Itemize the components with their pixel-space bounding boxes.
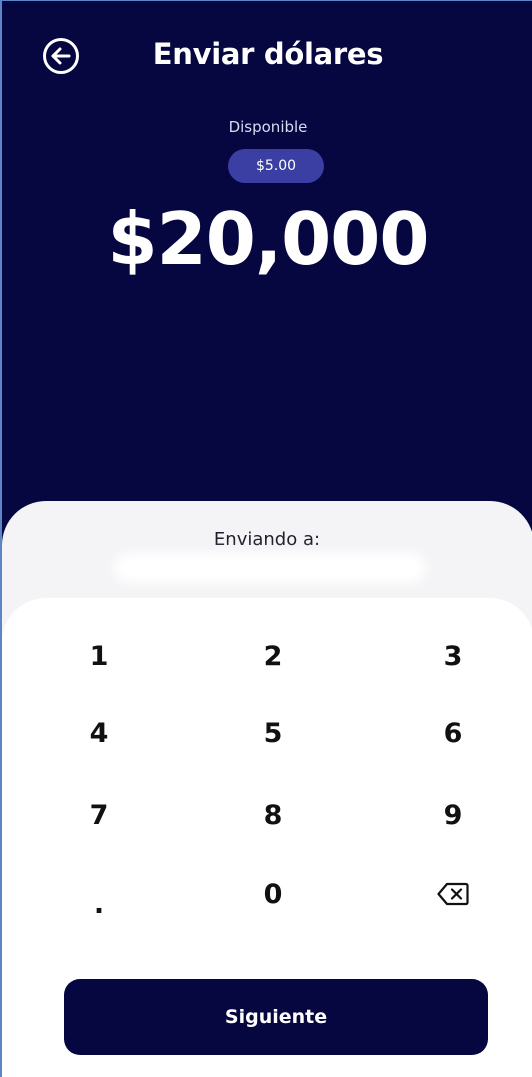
key-2[interactable]: 2 <box>225 627 321 685</box>
backspace-key[interactable] <box>405 865 501 923</box>
header-panel: Enviar dólares Disponible $5.00 $20,000 <box>2 1 532 561</box>
next-button[interactable]: Siguiente <box>64 979 488 1055</box>
recipient-name-redacted <box>114 553 426 583</box>
key-8[interactable]: 8 <box>225 786 321 844</box>
key-6[interactable]: 6 <box>405 704 501 762</box>
key-9[interactable]: 9 <box>405 786 501 844</box>
available-balance-label: Disponible <box>228 118 308 136</box>
backspace-icon <box>437 882 469 906</box>
available-balance-badge: $5.00 <box>228 149 324 183</box>
key-7[interactable]: 7 <box>51 786 147 844</box>
key-1[interactable]: 1 <box>51 627 147 685</box>
send-dollars-screen: Enviar dólares Disponible $5.00 $20,000 … <box>0 0 532 1077</box>
key-3[interactable]: 3 <box>405 627 501 685</box>
key-decimal[interactable]: . <box>51 875 147 933</box>
amount-display: $20,000 <box>107 197 430 281</box>
key-4[interactable]: 4 <box>51 704 147 762</box>
key-0[interactable]: 0 <box>225 865 321 923</box>
key-5[interactable]: 5 <box>225 704 321 762</box>
recipient-label: Enviando a: <box>213 529 321 550</box>
available-balance-value: $5.00 <box>255 158 297 174</box>
page-title: Enviar dólares <box>152 37 384 71</box>
